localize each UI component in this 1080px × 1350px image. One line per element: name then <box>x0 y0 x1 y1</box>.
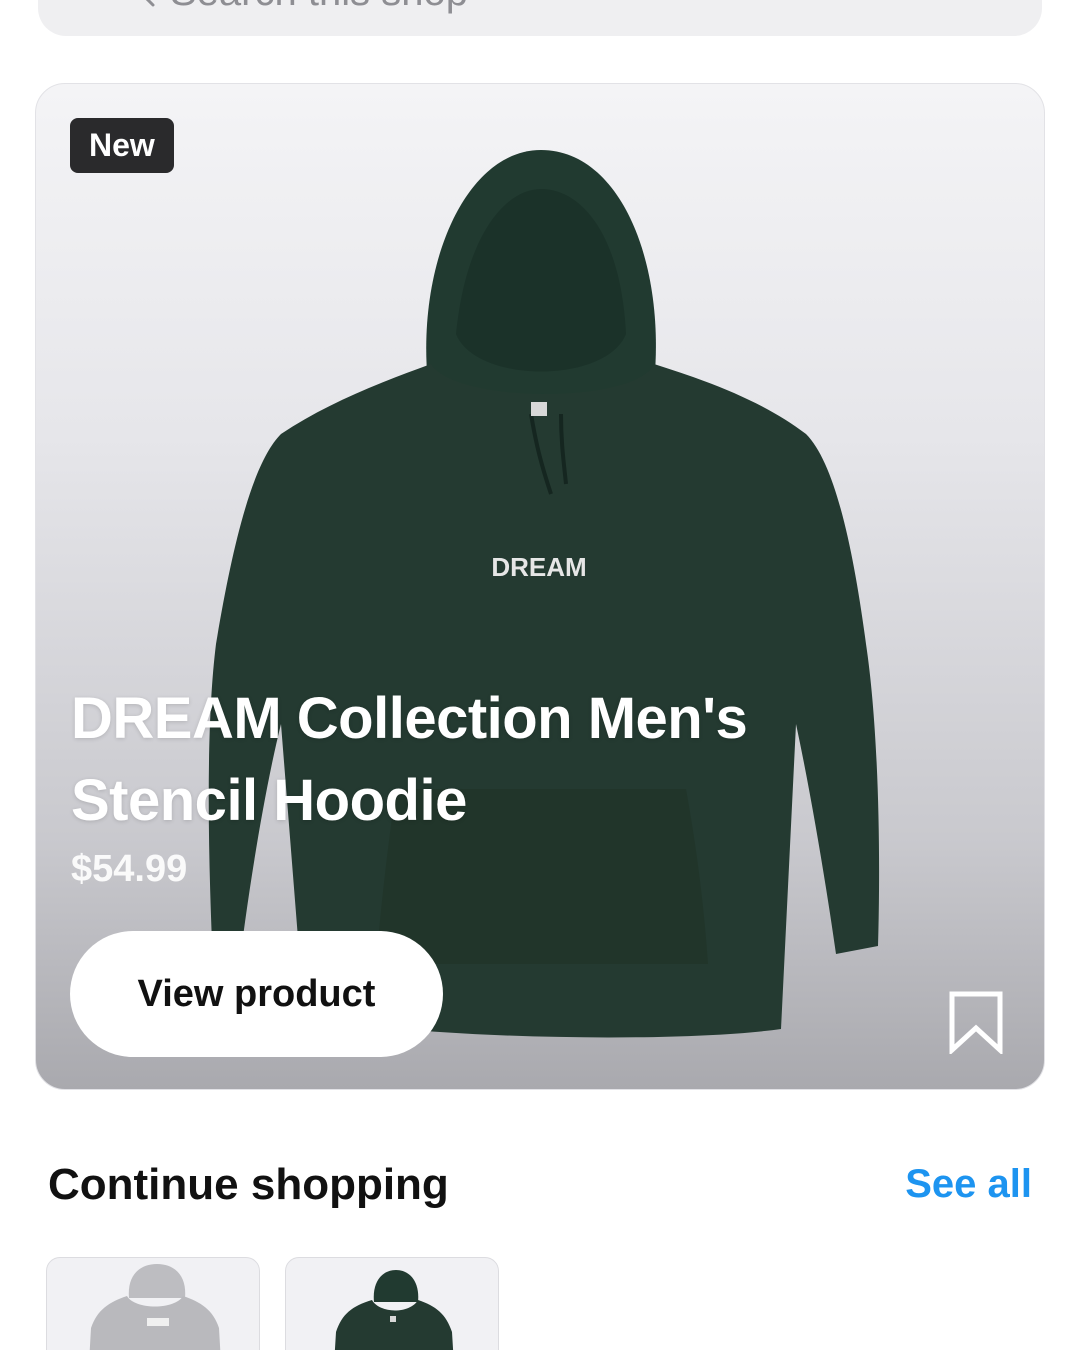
view-product-button[interactable]: View product <box>70 931 443 1057</box>
continue-shopping-item-grey-hoodie[interactable] <box>46 1257 260 1350</box>
continue-shopping-item-green-hoodie[interactable] <box>285 1257 499 1350</box>
search-placeholder: Search this shop <box>170 0 468 15</box>
green-hoodie-image <box>334 1270 454 1350</box>
product-price: $54.99 <box>71 848 188 890</box>
new-badge: New <box>70 118 174 173</box>
search-icon <box>145 0 155 7</box>
hoodie-print-text: DREAM <box>491 552 586 582</box>
featured-product-card[interactable]: DREAM New DREAM Collection Men's Stencil… <box>35 83 1045 1090</box>
bookmark-icon[interactable] <box>946 990 1006 1054</box>
shop-page: Search this shop DREAM New DREAM Collect… <box>0 0 1080 1350</box>
product-title: DREAM Collection Men's Stencil Hoodie <box>71 686 748 833</box>
see-all-link[interactable]: See all <box>905 1162 1032 1207</box>
search-bar[interactable]: Search this shop <box>38 0 1042 36</box>
continue-shopping-title: Continue shopping <box>48 1160 449 1209</box>
grey-hoodie-image <box>89 1264 221 1350</box>
